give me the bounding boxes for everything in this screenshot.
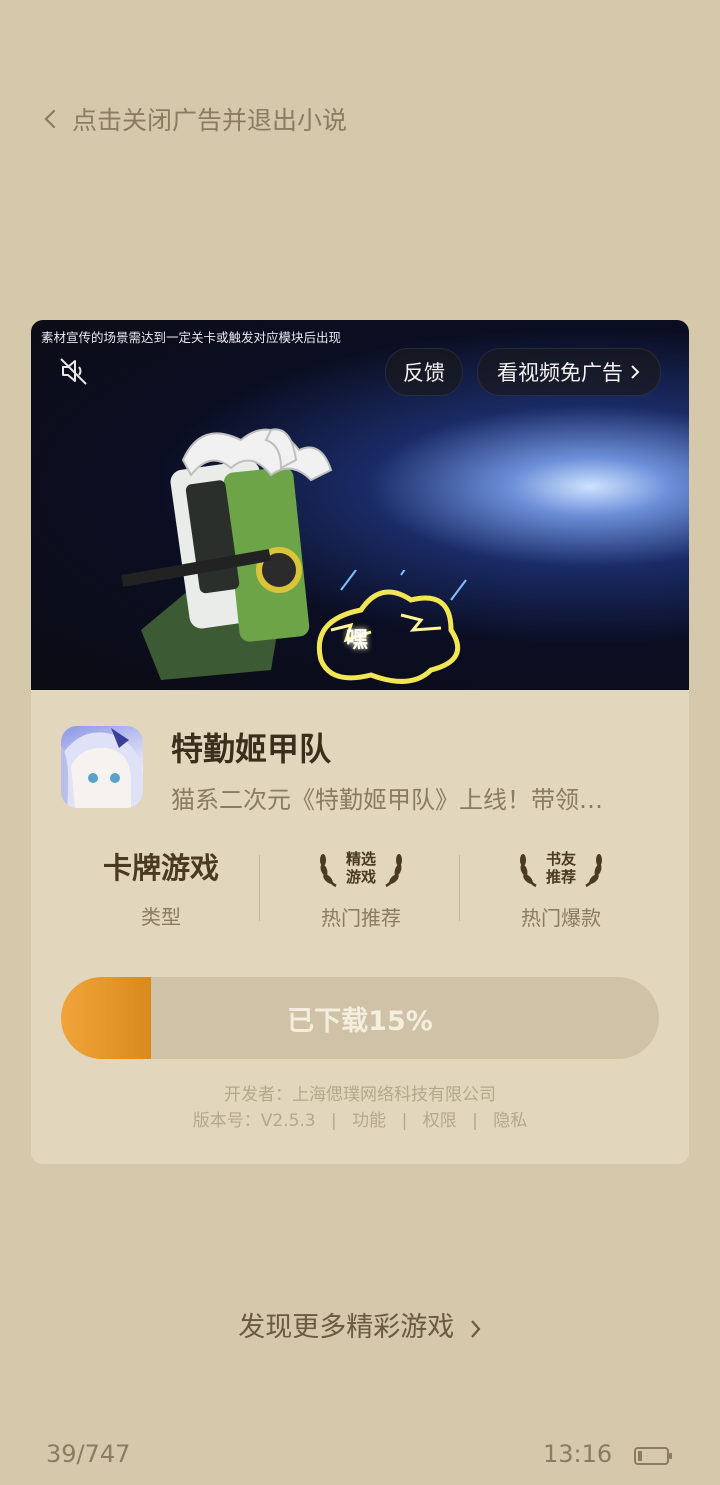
chevron-right-icon bbox=[470, 1319, 481, 1338]
separator: | bbox=[331, 1111, 337, 1131]
features-link[interactable]: 功能 bbox=[352, 1111, 386, 1131]
chevron-right-icon bbox=[631, 365, 640, 379]
badge-line: 推荐 bbox=[545, 868, 576, 886]
app-description: 猫系二次元《特勤姬甲队》上线！带领… bbox=[171, 786, 603, 814]
feedback-button[interactable]: 反馈 bbox=[385, 348, 463, 396]
stat-value: 卡牌游戏 bbox=[102, 851, 219, 885]
developer-info: 开发者：上海偲璞网络科技有限公司 bbox=[224, 1085, 496, 1105]
separator: | bbox=[472, 1111, 478, 1131]
download-progress-button[interactable]: 已下载15% bbox=[61, 977, 659, 1059]
watch-video-skip-ad-button[interactable]: 看视频免广告 bbox=[477, 348, 661, 396]
stat-label: 类型 bbox=[141, 905, 181, 929]
mute-icon[interactable] bbox=[57, 354, 91, 388]
back-button[interactable]: 点击关闭广告并退出小说 bbox=[40, 96, 347, 142]
ad-card: 素材宣传的场景需达到一定关卡或触发对应模块后出现 反馈 看视频免广告 嘿 特勤姬… bbox=[31, 320, 689, 1164]
stat-bookfriend: 书友 推荐 热门爆款 bbox=[461, 845, 661, 935]
app-icon bbox=[61, 726, 143, 808]
chevron-left-icon bbox=[44, 109, 56, 129]
laurel-icon bbox=[385, 854, 402, 888]
reading-progress: 39/747 bbox=[46, 1440, 131, 1468]
video-caption: 素材宣传的场景需达到一定关卡或触发对应模块后出现 bbox=[41, 330, 342, 345]
divider bbox=[459, 855, 460, 921]
laurel-badge: 精选 游戏 bbox=[318, 845, 404, 891]
stat-label: 热门爆款 bbox=[521, 906, 601, 930]
permissions-link[interactable]: 权限 bbox=[423, 1111, 457, 1131]
reader-status-bar: 39/747 13:16 bbox=[0, 1436, 720, 1476]
stat-featured: 精选 游戏 热门推荐 bbox=[261, 845, 461, 935]
ad-video[interactable]: 素材宣传的场景需达到一定关卡或触发对应模块后出现 反馈 看视频免广告 嘿 bbox=[31, 320, 689, 690]
app-info[interactable]: 特勤姬甲队 猫系二次元《特勤姬甲队》上线！带领… bbox=[61, 724, 661, 814]
discover-more-games-link[interactable]: 发现更多精彩游戏 bbox=[0, 1305, 720, 1344]
video-burst-text: 嘿 bbox=[346, 628, 369, 653]
app-name: 特勤姬甲队 bbox=[171, 730, 332, 768]
privacy-link[interactable]: 隐私 bbox=[493, 1111, 527, 1131]
laurel-icon bbox=[519, 854, 537, 888]
stat-label: 热门推荐 bbox=[321, 906, 401, 930]
stat-genre: 卡牌游戏 类型 bbox=[61, 845, 261, 935]
version-links: 版本号：V2.5.3 | 功能 | 权限 | 隐私 bbox=[31, 1108, 689, 1134]
app-character-avatar bbox=[61, 728, 143, 808]
badge-line: 精选 bbox=[345, 850, 376, 868]
lightning-burst-graphic bbox=[316, 570, 467, 684]
back-label: 点击关闭广告并退出小说 bbox=[72, 106, 348, 135]
badge-line: 书友 bbox=[545, 850, 576, 868]
app-meta: 开发者：上海偲璞网络科技有限公司 版本号：V2.5.3 | 功能 | 权限 | … bbox=[31, 1082, 689, 1134]
divider bbox=[259, 855, 260, 921]
download-label: 已下载15% bbox=[287, 1005, 433, 1037]
version-info: 版本号：V2.5.3 bbox=[192, 1111, 316, 1131]
skip-label: 看视频免广告 bbox=[497, 361, 623, 385]
feedback-label: 反馈 bbox=[403, 361, 445, 385]
battery-icon bbox=[634, 1447, 672, 1465]
laurel-icon bbox=[319, 854, 337, 888]
clock: 13:16 bbox=[543, 1440, 613, 1468]
badge-line: 游戏 bbox=[345, 868, 376, 886]
discover-label: 发现更多精彩游戏 bbox=[238, 1312, 455, 1343]
laurel-badge: 书友 推荐 bbox=[518, 845, 604, 891]
laurel-icon bbox=[585, 854, 602, 888]
app-stats: 卡牌游戏 类型 精选 游戏 热门推荐 书友 推荐 热门爆款 bbox=[61, 845, 659, 935]
separator: | bbox=[401, 1111, 408, 1131]
